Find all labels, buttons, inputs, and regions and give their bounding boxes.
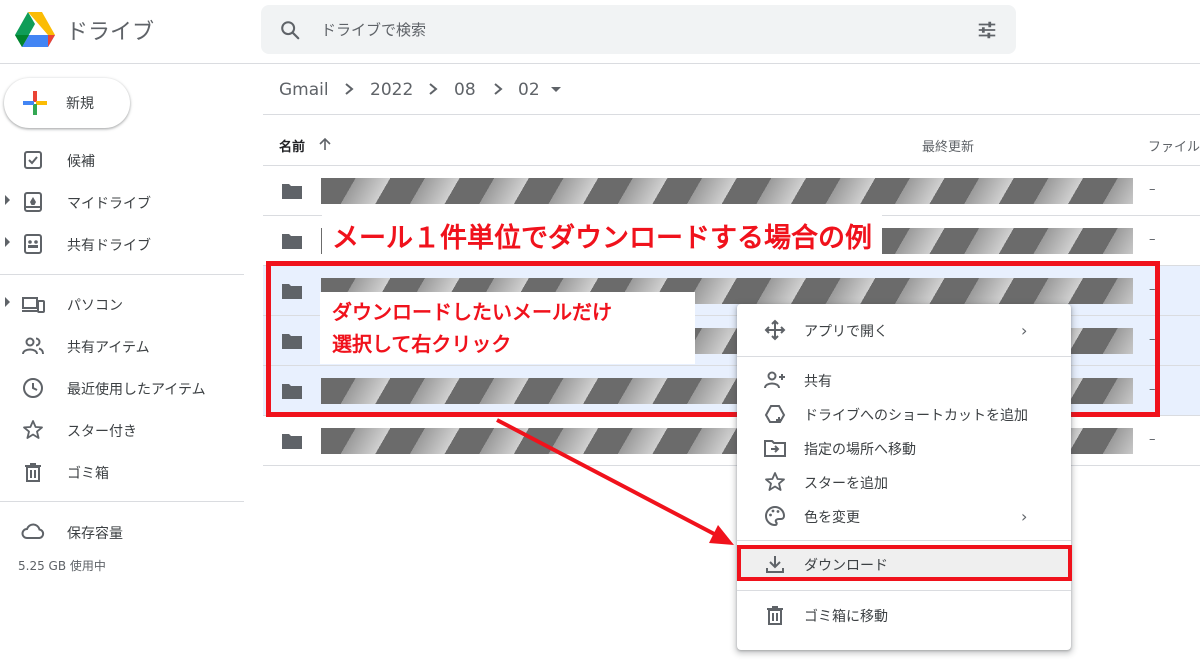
file-size: – xyxy=(1149,182,1156,197)
callout-line: 選択して右クリック xyxy=(332,332,512,356)
star-icon xyxy=(765,472,785,491)
chevron-right-icon xyxy=(429,83,438,95)
menu-item-label: 色を変更 xyxy=(804,510,860,526)
sidebar-item-label: 共有ドライブ xyxy=(67,238,151,254)
menu-item-label: アプリで開く xyxy=(804,324,888,340)
menu-item-change-color[interactable]: 色を変更 › xyxy=(737,499,1071,533)
menu-item-add-shortcut[interactable]: ドライブへのショートカットを追加 xyxy=(737,397,1071,431)
sidebar-item-label: パソコン xyxy=(67,298,123,314)
folder-icon xyxy=(282,234,302,249)
breadcrumb-current[interactable]: 02 xyxy=(518,80,540,100)
person-add-icon xyxy=(764,371,785,389)
annotation-download-box xyxy=(737,545,1072,581)
shared-drives-icon xyxy=(24,234,42,254)
sidebar-item-shared-with-me[interactable]: 共有アイテム xyxy=(0,328,240,364)
expand-caret-icon[interactable] xyxy=(5,237,10,247)
search-input[interactable]: ドライブで検索 xyxy=(321,19,426,40)
menu-divider xyxy=(737,590,1071,591)
sidebar-item-my-drive[interactable]: マイドライブ xyxy=(0,184,240,220)
expand-caret-icon[interactable] xyxy=(5,297,10,307)
chevron-down-icon[interactable] xyxy=(551,87,561,92)
menu-item-label: 指定の場所へ移動 xyxy=(804,442,916,458)
menu-item-move-to[interactable]: 指定の場所へ移動 xyxy=(737,431,1071,465)
clock-icon xyxy=(23,378,43,398)
file-size: – xyxy=(1149,432,1156,447)
menu-divider xyxy=(737,356,1071,357)
column-name[interactable]: 名前 xyxy=(279,136,305,155)
menu-item-label: スターを追加 xyxy=(804,476,888,492)
check-box-icon xyxy=(24,151,42,169)
search-icon[interactable] xyxy=(279,19,301,41)
open-with-icon xyxy=(764,319,786,341)
app-title: ドライブ xyxy=(66,20,155,45)
annotation-title: メール１件単位でダウンロードする場合の例 xyxy=(322,212,882,259)
plus-icon xyxy=(23,91,47,115)
annotation-callout: ダウンロードしたいメールだけ 選択して右クリック xyxy=(320,292,695,364)
expand-caret-icon[interactable] xyxy=(5,195,10,205)
sidebar-item-label: 共有アイテム xyxy=(67,340,150,356)
sort-up-icon[interactable] xyxy=(318,137,332,151)
move-to-folder-icon xyxy=(764,440,786,457)
cloud-icon xyxy=(21,523,45,539)
sidebar-item-recent[interactable]: 最近使用したアイテム xyxy=(0,370,240,406)
trash-icon xyxy=(767,606,783,625)
sidebar-divider xyxy=(0,274,244,275)
folder-icon xyxy=(282,184,302,199)
menu-item-label: ドライブへのショートカットを追加 xyxy=(804,408,1028,424)
table-row[interactable]: – xyxy=(263,165,1200,215)
breadcrumb-item[interactable]: 2022 xyxy=(370,80,413,100)
people-icon xyxy=(22,337,44,355)
storage-usage-text: 5.25 GB 使用中 xyxy=(18,559,106,573)
add-shortcut-icon xyxy=(764,405,786,423)
folder-icon xyxy=(282,434,302,449)
sidebar-item-label: 候補 xyxy=(67,154,95,170)
breadcrumb-item[interactable]: 08 xyxy=(454,80,476,100)
breadcrumb-divider xyxy=(263,114,1200,115)
header-divider xyxy=(0,63,1200,64)
drive-logo-icon xyxy=(15,12,55,47)
new-button-label: 新規 xyxy=(66,96,94,112)
menu-divider xyxy=(737,540,1071,541)
sidebar-divider xyxy=(0,501,244,502)
menu-item-move-to-trash[interactable]: ゴミ箱に移動 xyxy=(737,598,1071,632)
menu-item-share[interactable]: 共有 xyxy=(737,363,1071,397)
menu-item-open-with[interactable]: アプリで開く › xyxy=(737,313,1071,347)
sidebar-item-label: ゴミ箱 xyxy=(67,466,109,482)
chevron-right-icon xyxy=(345,83,354,95)
menu-item-label: ゴミ箱に移動 xyxy=(804,609,888,625)
my-drive-icon xyxy=(24,192,42,212)
chevron-right-icon: › xyxy=(1021,321,1028,340)
chevron-right-icon: › xyxy=(1021,507,1028,526)
palette-icon xyxy=(765,505,786,527)
breadcrumb-item[interactable]: Gmail xyxy=(279,80,329,100)
new-button[interactable]: 新規 xyxy=(4,78,130,128)
menu-item-label: 共有 xyxy=(804,374,832,390)
redacted-file-name xyxy=(321,178,1133,204)
column-modified[interactable]: 最終更新 xyxy=(922,136,974,155)
menu-item-add-star[interactable]: スターを追加 xyxy=(737,465,1071,499)
sidebar-item-suggested[interactable]: 候補 xyxy=(0,142,240,178)
search-options-icon[interactable] xyxy=(976,19,998,41)
sidebar-item-computers[interactable]: パソコン xyxy=(0,286,240,322)
sidebar-item-shared-drives[interactable]: 共有ドライブ xyxy=(0,226,240,262)
sidebar-item-starred[interactable]: スター付き xyxy=(0,412,240,448)
computers-icon xyxy=(22,297,45,313)
sidebar-item-trash[interactable]: ゴミ箱 xyxy=(0,454,240,490)
chevron-right-icon xyxy=(494,83,503,95)
sidebar-item-label: スター付き xyxy=(67,424,137,440)
storage-label[interactable]: 保存容量 xyxy=(67,523,123,543)
column-size[interactable]: ファイル xyxy=(1148,136,1200,155)
trash-icon xyxy=(25,463,41,482)
callout-line: ダウンロードしたいメールだけ xyxy=(332,300,612,324)
star-icon xyxy=(23,420,43,439)
sidebar-item-label: 最近使用したアイテム xyxy=(67,382,206,398)
sidebar-item-label: マイドライブ xyxy=(67,196,151,212)
search-bar[interactable]: ドライブで検索 xyxy=(261,5,1016,54)
context-menu: アプリで開く › 共有 ドライブへのショートカットを追加 指定の場所へ移動 スタ… xyxy=(737,304,1071,650)
file-size: – xyxy=(1149,232,1156,247)
